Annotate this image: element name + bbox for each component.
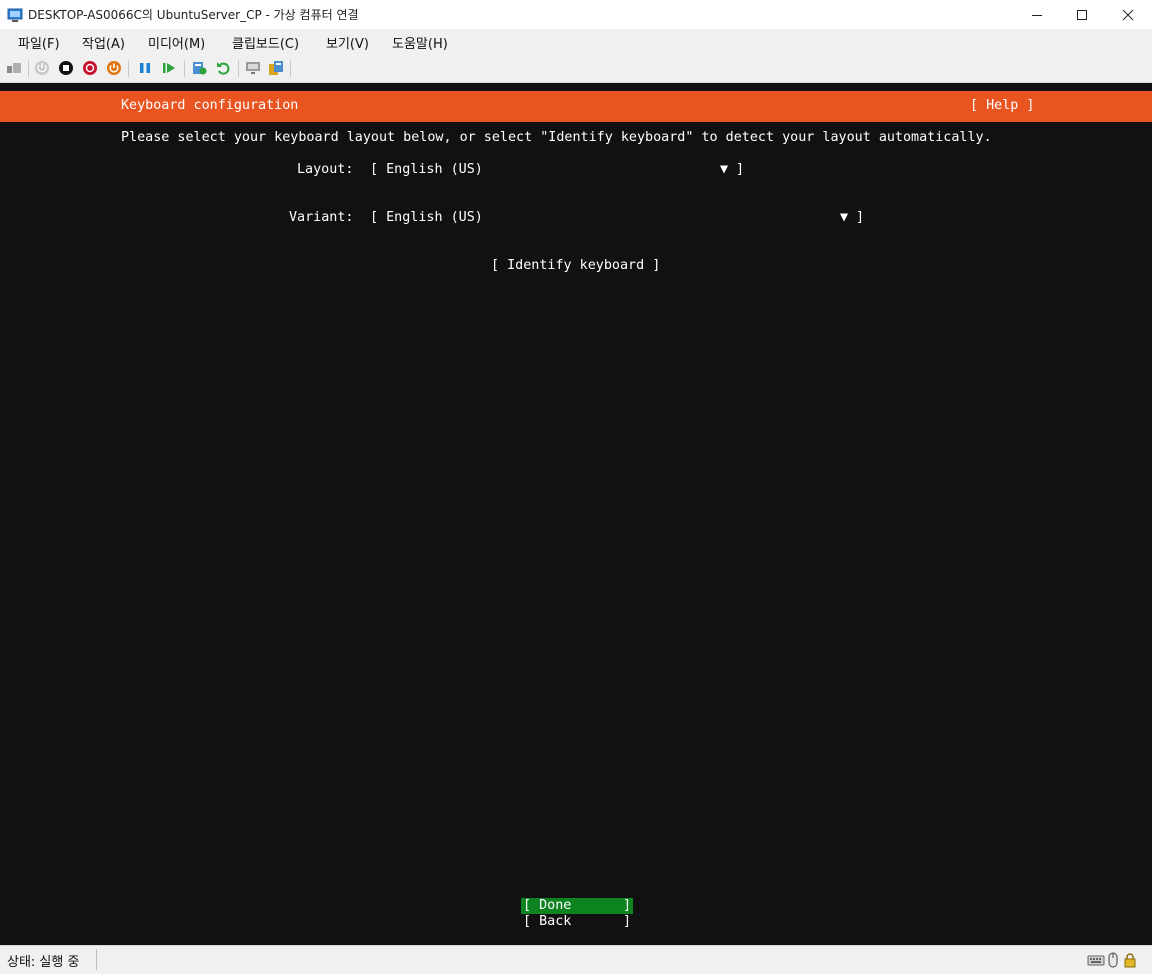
menu-file[interactable]: 파일(F) (16, 33, 62, 52)
resume-icon[interactable] (161, 60, 177, 76)
toolbar-separator (184, 60, 185, 77)
layout-label: Layout: (297, 162, 354, 177)
menu-clipboard[interactable]: 클립보드(C) (230, 33, 301, 52)
help-button[interactable]: [ Help ] (970, 98, 1035, 113)
done-button-close-bracket: ] (622, 898, 631, 913)
power-icon[interactable] (106, 60, 122, 76)
variant-label: Variant: (289, 210, 354, 225)
ctrl-alt-del-icon[interactable] (6, 60, 22, 76)
done-button[interactable]: [ Done ] (521, 898, 633, 914)
layout-select-close-bracket: ] (736, 162, 745, 177)
back-button-label: [ Back (523, 914, 572, 929)
layout-select[interactable]: [ English (US) (370, 162, 483, 177)
menu-help[interactable]: 도움말(H) (390, 33, 450, 52)
back-button-close-bracket: ] (622, 914, 631, 929)
maximize-button[interactable] (1059, 0, 1105, 29)
variant-select-close-bracket: ] (856, 210, 865, 225)
toolbar-separator (28, 60, 29, 77)
close-button[interactable] (1105, 0, 1151, 29)
installer-title: Keyboard configuration (121, 98, 299, 113)
share-icon[interactable] (268, 60, 284, 76)
pause-icon[interactable] (137, 60, 153, 76)
checkpoint-icon[interactable] (191, 60, 207, 76)
instructions-text: Please select your keyboard layout below… (121, 130, 992, 145)
mouse-icon (1108, 952, 1118, 968)
minimize-icon (1032, 14, 1042, 16)
vm-connection-icon (7, 8, 23, 22)
toolbar-separator (238, 60, 239, 77)
identify-keyboard-button[interactable]: [ Identify keyboard ] (491, 258, 660, 273)
done-button-label: [ Done (523, 898, 572, 913)
menu-view[interactable]: 보기(V) (324, 33, 371, 52)
toolbar-separator (290, 60, 291, 77)
window-title: DESKTOP-AS0066C의 UbuntuServer_CP - 가상 컴퓨… (28, 8, 359, 22)
back-button[interactable]: [ Back ] (521, 914, 633, 930)
vm-screen[interactable]: Keyboard configuration [ Help ] Please s… (0, 83, 1152, 945)
start-icon[interactable] (34, 60, 50, 76)
layout-dropdown-arrow-icon[interactable]: ▼ (720, 162, 728, 177)
toolbar (0, 55, 1152, 83)
enhanced-session-icon[interactable] (245, 60, 261, 76)
menu-media[interactable]: 미디어(M) (146, 33, 207, 52)
variant-dropdown-arrow-icon[interactable]: ▼ (840, 210, 848, 225)
keyboard-icon (1087, 955, 1105, 966)
variant-select[interactable]: [ English (US) (370, 210, 483, 225)
close-icon (1122, 9, 1134, 20)
menu-action[interactable]: 작업(A) (80, 33, 127, 52)
minimize-button[interactable] (1014, 0, 1060, 29)
maximize-icon (1077, 9, 1087, 20)
toolbar-separator (128, 60, 129, 77)
title-bar: DESKTOP-AS0066C의 UbuntuServer_CP - 가상 컴퓨… (0, 0, 1152, 30)
revert-icon[interactable] (215, 60, 231, 76)
status-separator (96, 949, 97, 970)
status-bar: 상태: 실행 중 (0, 945, 1152, 974)
lock-icon (1124, 953, 1136, 968)
status-text: 상태: 실행 중 (7, 955, 80, 970)
installer-header: Keyboard configuration [ Help ] (0, 91, 1152, 122)
shutdown-icon[interactable] (82, 60, 98, 76)
menu-bar: 파일(F) 작업(A) 미디어(M) 클립보드(C) 보기(V) 도움말(H) (0, 29, 1152, 55)
turn-off-icon[interactable] (58, 60, 74, 76)
